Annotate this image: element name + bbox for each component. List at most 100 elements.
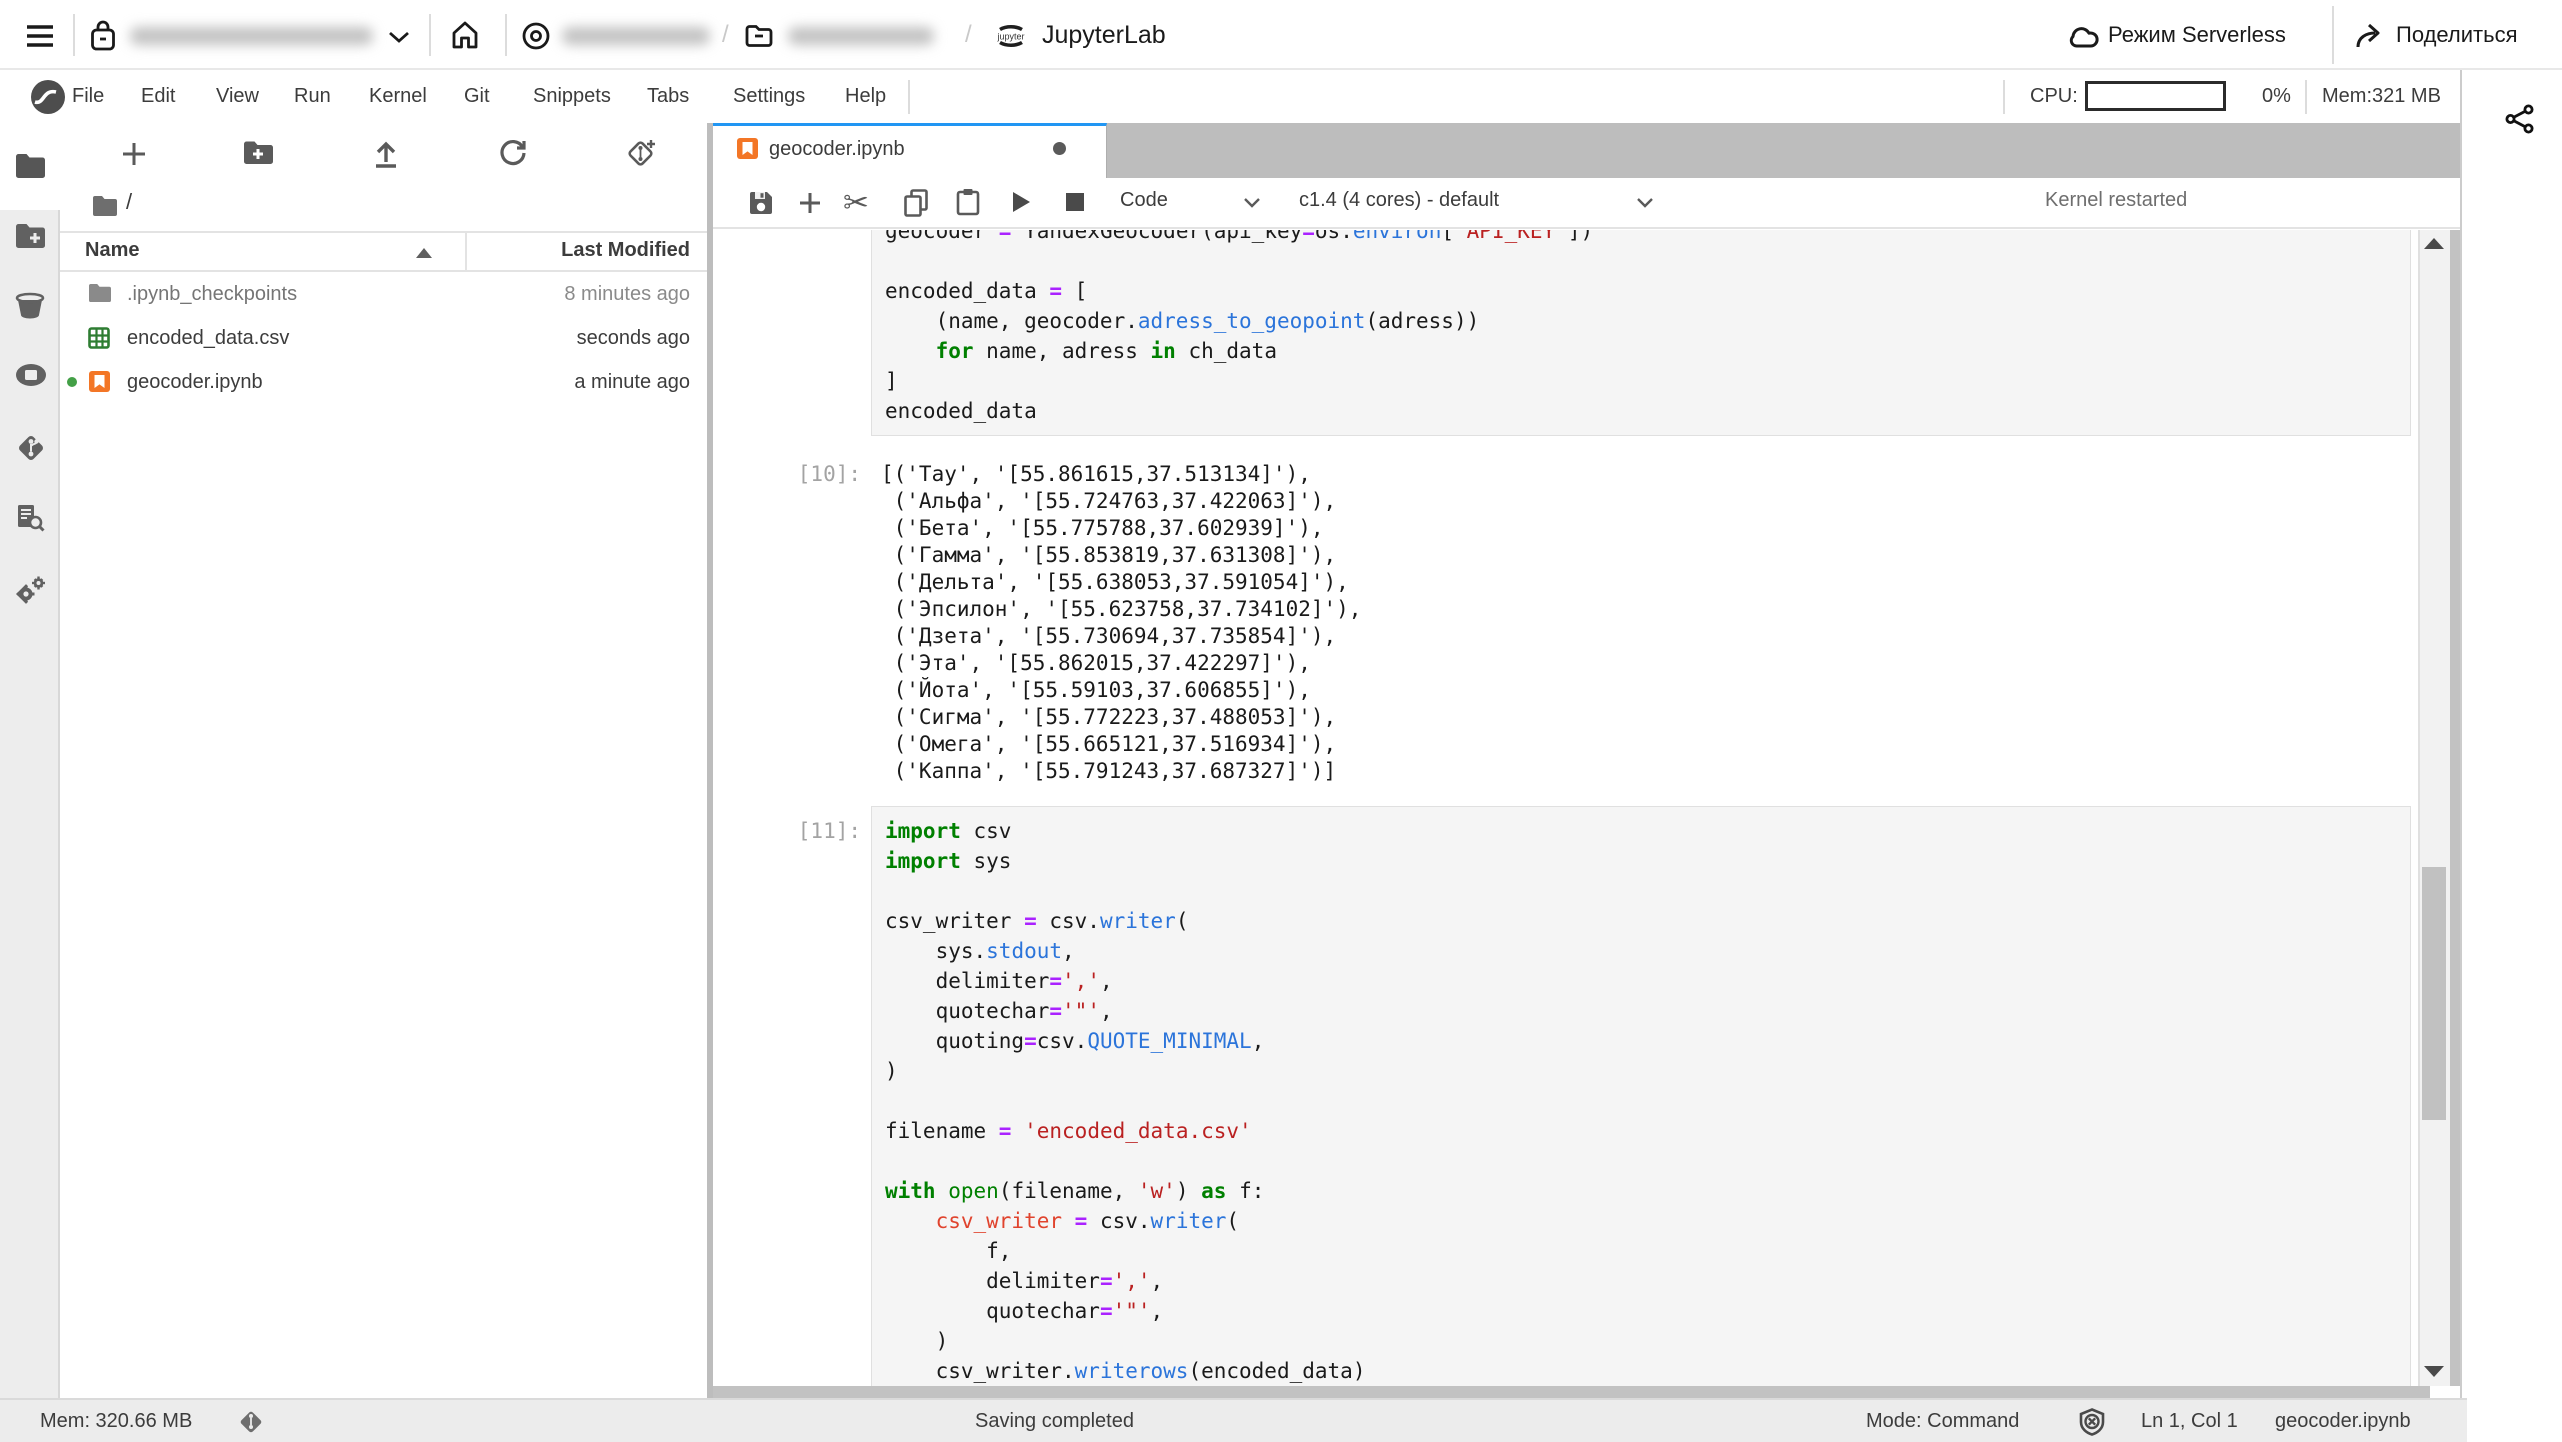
cell-output: [('Тау', '[55.861615,37.513134]'), ('Аль… — [881, 462, 1362, 783]
redacted-notebook-name[interactable] — [788, 27, 934, 45]
menu-bar: File Edit View Run Kernel Git Snippets T… — [0, 70, 2562, 123]
git-status-icon[interactable] — [237, 1408, 265, 1436]
scroll-up-arrow[interactable] — [2424, 238, 2444, 249]
kernel-select[interactable]: c1.4 (4 cores) - default — [1299, 189, 1499, 212]
paste-cells-button[interactable] — [955, 188, 981, 216]
cpu-label: CPU: — [2030, 85, 2078, 107]
upload-button[interactable] — [372, 138, 400, 168]
jupyterlab-window: / / jupyter JupyterLab Режим Serverless … — [0, 0, 2562, 1442]
menu-git[interactable]: Git — [464, 70, 490, 123]
sidebar-tab-settings[interactable] — [15, 574, 47, 606]
right-sidebar — [2460, 70, 2562, 1442]
unsaved-changes-dot[interactable] — [1053, 142, 1066, 155]
redacted-cloud-name[interactable] — [130, 27, 373, 45]
divider — [73, 14, 75, 56]
chevron-down-icon — [1243, 197, 1261, 208]
cpu-percent: 0% — [2262, 85, 2291, 107]
menu-kernel[interactable]: Kernel — [369, 70, 427, 123]
new-folder-button[interactable] — [243, 140, 273, 166]
sidebar-tab-bucket[interactable] — [15, 292, 45, 319]
menu-snippets[interactable]: Snippets — [533, 70, 611, 123]
column-name[interactable]: Name — [85, 239, 139, 262]
column-last-modified[interactable]: Last Modified — [561, 239, 690, 262]
file-modified: 8 minutes ago — [564, 283, 690, 305]
scroll-down-arrow[interactable] — [2424, 1366, 2444, 1377]
menu-tabs[interactable]: Tabs — [647, 70, 689, 123]
share-button[interactable]: Поделиться — [2396, 0, 2517, 70]
refresh-button[interactable] — [498, 138, 528, 168]
breadcrumb-folder-icon[interactable] — [92, 195, 118, 217]
app-title: JupyterLab — [1042, 21, 1166, 49]
file-name: encoded_data.csv — [127, 327, 290, 349]
sidebar-tab-new-folder[interactable] — [15, 223, 45, 248]
notebook-toolbar: ✂ Code c1.4 (4 cores) - default Kernel r… — [713, 178, 2460, 229]
file-name: geocoder.ipynb — [127, 371, 263, 393]
chevron-down-icon[interactable] — [388, 31, 410, 43]
file-name: .ipynb_checkpoints — [127, 283, 298, 305]
folder-icon — [88, 283, 112, 303]
sidebar-tab-git[interactable] — [15, 432, 47, 464]
serverless-mode-button[interactable]: Режим Serverless — [2108, 0, 2286, 70]
trust-shield-icon[interactable] — [2078, 1408, 2106, 1436]
divider — [2305, 80, 2307, 114]
dock-panel: geocoder.ipynb ✂ Code c1.4 (4 cores) - d… — [713, 123, 2460, 1398]
notebook-scrollbar[interactable] — [2418, 230, 2450, 1386]
cut-cells-button[interactable]: ✂ — [843, 185, 869, 221]
status-message: Saving completed — [975, 1410, 1134, 1432]
share-arrow-icon — [2354, 22, 2386, 50]
file-row[interactable]: encoded_data.csv seconds ago — [60, 316, 707, 360]
tab-bar: geocoder.ipynb — [713, 123, 2460, 178]
file-modified: a minute ago — [574, 371, 690, 393]
scrollbar-thumb[interactable] — [2422, 867, 2446, 1120]
cursor-position[interactable]: Ln 1, Col 1 — [2141, 1400, 2238, 1442]
mode-indicator[interactable]: Mode: Command — [1866, 1400, 2019, 1442]
breadcrumb-path[interactable]: / — [126, 189, 132, 215]
file-row[interactable]: geocoder.ipynb a minute ago — [60, 360, 707, 404]
home-icon[interactable] — [449, 20, 481, 50]
top-bar: / / jupyter JupyterLab Режим Serverless … — [0, 0, 2562, 70]
menu-settings[interactable]: Settings — [733, 70, 805, 123]
menu-help[interactable]: Help — [845, 70, 886, 123]
mem-usage: Mem:321 MB — [2322, 85, 2441, 107]
input-prompt: [11]: — [797, 819, 861, 843]
sidebar-tab-filebrowser[interactable] — [15, 153, 45, 178]
menu-file[interactable]: File — [72, 70, 104, 123]
running-kernel-dot — [67, 377, 77, 387]
breadcrumb-separator: / — [965, 21, 972, 48]
file-browser-panel: / Name Last Modified .ipynb_checkpoints … — [60, 123, 707, 1398]
sidebar-tab-sessions[interactable] — [15, 363, 47, 387]
menu-run[interactable]: Run — [294, 70, 331, 123]
datasphere-logo — [30, 79, 66, 115]
sort-ascending-icon — [416, 248, 432, 258]
cell-type-select[interactable]: Code — [1120, 189, 1168, 212]
file-row[interactable]: .ipynb_checkpoints 8 minutes ago — [60, 272, 707, 316]
new-launcher-button[interactable] — [120, 140, 148, 168]
copy-cells-button[interactable] — [903, 189, 929, 217]
mem-indicator: Mem: 320.66 MB — [40, 1410, 193, 1432]
cpu-usage-bar — [2085, 81, 2226, 111]
git-init-button[interactable] — [625, 138, 657, 170]
menu-view[interactable]: View — [216, 70, 259, 123]
file-modified: seconds ago — [576, 327, 690, 349]
menu-edit[interactable]: Edit — [141, 70, 175, 123]
notebook-file-icon — [88, 370, 111, 393]
tab-geocoder-ipynb[interactable]: geocoder.ipynb — [713, 123, 1107, 178]
divider — [2332, 6, 2334, 64]
sidebar-tab-inspector[interactable] — [15, 503, 45, 533]
code-cell-input[interactable]: geocoder = YandexGeocoder(api_key=os.env… — [871, 230, 2411, 436]
breadcrumb-separator: / — [722, 21, 729, 48]
dock-right-border — [2450, 230, 2460, 1386]
add-cell-button[interactable] — [797, 190, 823, 216]
code-cell-input[interactable]: import csv import sys csv_writer = csv.wr… — [871, 806, 2411, 1386]
redacted-project-name[interactable] — [562, 27, 710, 45]
run-cell-button[interactable] — [1009, 189, 1033, 215]
stop-kernel-button[interactable] — [1065, 192, 1085, 212]
save-button[interactable] — [748, 190, 774, 216]
hamburger-menu-icon[interactable] — [25, 24, 55, 48]
cloud-icon — [2068, 25, 2100, 49]
notebook-content[interactable]: geocoder = YandexGeocoder(api_key=os.env… — [713, 230, 2460, 1386]
file-list-header[interactable]: Name Last Modified — [60, 231, 707, 272]
share-nodes-icon[interactable] — [2505, 104, 2535, 134]
jupyter-logo: jupyter — [992, 17, 1030, 55]
active-file-name: geocoder.ipynb — [2275, 1410, 2411, 1432]
